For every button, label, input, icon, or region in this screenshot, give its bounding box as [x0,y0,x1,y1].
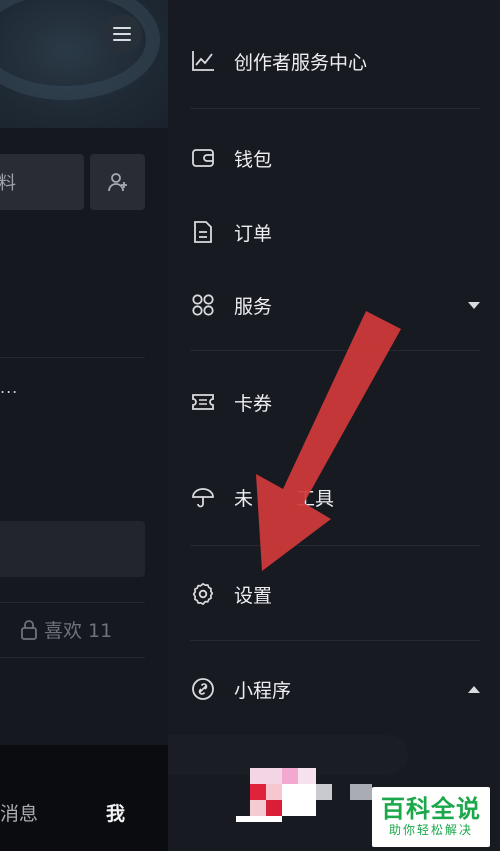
placeholder-bar [0,521,145,577]
divider [0,602,145,603]
drawer-item-wallet[interactable]: 钱包 [190,138,480,178]
drawer-item-label: 设置 [234,584,273,607]
nav-messages[interactable]: 消息 [0,799,38,826]
wallet-icon [190,145,216,171]
drawer-item-label: 服务 [234,295,273,318]
divider [0,357,145,358]
drawer-item-mini-programs[interactable]: 小程序 [190,669,480,709]
drawer-item-label: 钱包 [234,148,273,171]
edit-profile-button[interactable]: 料 [0,154,84,210]
order-icon [190,219,216,245]
ticket-icon [190,389,216,415]
drawer-item-label: 订单 [234,222,273,245]
gear-icon [190,581,216,607]
link-icon [190,676,216,702]
divider [190,545,480,546]
add-user-icon [107,173,127,192]
watermark-subtitle: 助你轻松解决 [388,823,473,837]
drawer-item-minor-tools[interactable]: 未 工具 [190,477,480,517]
drawer-item-label-tail: 工具 [296,487,335,510]
banner-decoration [0,0,160,100]
bottom-navigation [0,745,168,851]
divider [190,350,480,351]
nav-me[interactable]: 我 [106,799,125,826]
bio-text: ... [0,378,19,397]
divider [190,108,480,109]
grid-icon [190,292,216,318]
divider [0,657,145,658]
hamburger-icon [113,27,131,41]
drawer-item-creator-center[interactable]: 创作者服务中心 [190,41,480,81]
drawer-item-label: 创作者服务中心 [234,51,368,74]
likes-tab[interactable]: 喜欢 11 [20,616,112,643]
edit-profile-label: 料 [0,173,16,194]
drawer-item-label: 小程序 [234,679,292,702]
watermark-logo: 百科全说 助你轻松解决 [372,787,490,847]
drawer-item-settings[interactable]: 设置 [190,574,480,614]
umbrella-icon [190,484,216,510]
profile-banner [0,0,168,128]
watermark-title: 百科全说 [381,795,481,823]
likes-label: 喜欢 11 [44,620,113,642]
profile-page-background: 料 ... 喜欢 11 消息 我 [0,0,168,851]
lock-icon [21,619,37,640]
add-friend-button[interactable] [90,154,145,210]
chevron-down-icon[interactable] [468,301,480,309]
menu-button[interactable] [102,14,142,54]
drawer-item-label: 未 [234,487,254,510]
drawer-item-orders[interactable]: 订单 [190,212,480,252]
chevron-up-icon[interactable] [468,685,480,693]
drawer-item-services[interactable]: 服务 [190,285,480,325]
side-drawer: 创作者服务中心 钱包 订单 服务 卡券 未 工具 设置 小程序 [168,0,500,851]
drawer-item-label: 卡券 [234,392,273,415]
divider [190,640,480,641]
chart-icon [190,48,216,74]
drawer-item-coupons[interactable]: 卡券 [190,382,480,422]
